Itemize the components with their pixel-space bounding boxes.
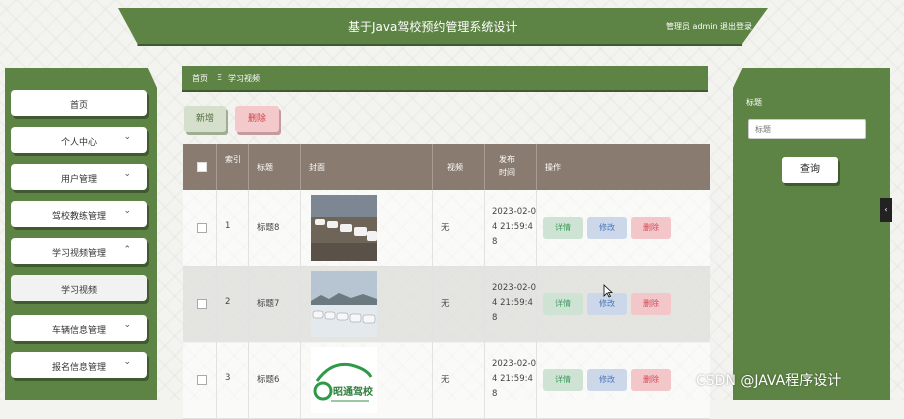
chevron-down-icon: ⌄ xyxy=(123,206,131,216)
row-index: 1 xyxy=(225,221,231,231)
sidebar-item-label: 学习视频 xyxy=(60,286,97,296)
sidebar-item-vehicle-management[interactable]: 车辆信息管理 ⌄ xyxy=(11,315,147,341)
row-checkbox[interactable] xyxy=(197,375,207,385)
batch-delete-button[interactable]: 删除 xyxy=(235,106,279,132)
header-index: 索引 xyxy=(225,155,241,164)
row-index: 2 xyxy=(225,297,231,307)
header-index-cell: 索引 xyxy=(217,144,249,190)
search-title-label: 标题 xyxy=(746,98,762,107)
table-header: 索引 标题 封面 视频 发布时间 操作 xyxy=(183,144,710,190)
chevron-down-icon: ⌄ xyxy=(123,357,131,367)
row-checkbox[interactable] xyxy=(197,299,207,309)
detail-button[interactable]: 详情 xyxy=(543,293,583,315)
sidebar-item-study-video[interactable]: 学习视频 xyxy=(11,275,147,301)
chevron-down-icon: ⌄ xyxy=(123,132,131,142)
logo-text: 昭通驾校 xyxy=(333,385,374,398)
mouse-cursor-icon xyxy=(603,284,613,298)
sidebar-item-personal-center[interactable]: 个人中心 ⌄ xyxy=(11,127,147,153)
row-time: 2023-02-04 21:59:48 xyxy=(492,359,536,399)
header-title-cell: 标题 xyxy=(249,144,301,190)
header-video: 视频 xyxy=(447,163,463,172)
chevron-down-icon: ⌄ xyxy=(123,320,131,330)
header-time-cell: 发布时间 xyxy=(485,144,537,190)
header-cover-cell: 封面 xyxy=(301,144,433,190)
row-title: 标题6 xyxy=(257,375,280,385)
cover-image-parking-lot xyxy=(311,195,377,261)
row-video: 无 xyxy=(441,299,450,309)
row-index: 3 xyxy=(225,373,231,383)
header-select-all-cell xyxy=(183,144,217,190)
row-video: 无 xyxy=(441,223,450,233)
select-all-checkbox[interactable] xyxy=(197,162,207,172)
chevron-down-icon: ⌄ xyxy=(123,169,131,179)
row-checkbox[interactable] xyxy=(197,223,207,233)
breadcrumb-current: 学习视频 xyxy=(228,74,260,83)
search-button[interactable]: 查询 xyxy=(782,157,838,183)
cover-image-school-logo: 昭通驾校 xyxy=(311,347,377,413)
app-title: 基于Java驾校预约管理系统设计 xyxy=(348,20,518,34)
add-button[interactable]: 新增 xyxy=(184,106,226,132)
chevron-left-icon[interactable]: ‹ xyxy=(880,198,892,222)
header-publish-time: 发布时间 xyxy=(499,155,515,177)
row-time: 2023-02-04 21:59:48 xyxy=(492,283,536,323)
row-video: 无 xyxy=(441,375,450,385)
sidebar-item-label: 首页 xyxy=(69,101,88,111)
detail-button[interactable]: 详情 xyxy=(543,369,583,391)
breadcrumb-separator-icon: Ξ xyxy=(217,73,223,82)
edit-button[interactable]: 修改 xyxy=(587,217,627,239)
header-title: 标题 xyxy=(257,163,273,172)
detail-button[interactable]: 详情 xyxy=(543,217,583,239)
cover-image-snowy-cars xyxy=(311,271,377,337)
logout-link[interactable]: 退出登录 xyxy=(720,21,752,32)
search-panel xyxy=(733,68,890,400)
delete-button[interactable]: 删除 xyxy=(631,217,671,239)
header-cover: 封面 xyxy=(309,163,325,172)
app-header: 基于Java驾校预约管理系统设计 管理员 admin 退出登录 xyxy=(118,8,768,44)
table-row: 2 标题7 无 2023-02-04 21:59:48 详情 修改 删除 xyxy=(183,266,710,343)
sidebar xyxy=(5,68,157,400)
search-title-input[interactable] xyxy=(748,119,866,139)
row-title: 标题7 xyxy=(257,299,280,309)
header-actions-cell: 操作 xyxy=(537,144,710,190)
breadcrumb: 首页 Ξ 学习视频 xyxy=(182,66,708,90)
edit-button[interactable]: 修改 xyxy=(587,369,627,391)
delete-button[interactable]: 删除 xyxy=(631,293,671,315)
row-title: 标题8 xyxy=(257,223,280,233)
sidebar-item-user-management[interactable]: 用户管理 ⌄ xyxy=(11,164,147,190)
row-time: 2023-02-04 21:59:48 xyxy=(492,207,536,247)
sidebar-item-coach-management[interactable]: 驾校教练管理 ⌄ xyxy=(11,201,147,227)
sidebar-item-enrollment-management[interactable]: 报名信息管理 ⌄ xyxy=(11,352,147,378)
chevron-up-icon: ⌃ xyxy=(123,245,131,255)
watermark: CSDN @JAVA程序设计 xyxy=(696,373,842,389)
header-video-cell: 视频 xyxy=(433,144,485,190)
table-row: 3 标题6 昭通驾校 无 2023-02-04 21:59:48 详情 修改 删… xyxy=(183,342,710,419)
table-row: 1 标题8 无 2023-02-04 21:59:48 详情 修改 删除 xyxy=(183,190,710,267)
delete-button[interactable]: 删除 xyxy=(631,369,671,391)
admin-info: 管理员 admin xyxy=(666,22,718,31)
breadcrumb-home[interactable]: 首页 xyxy=(192,73,208,84)
sidebar-item-home[interactable]: 首页 xyxy=(11,90,147,116)
sidebar-item-video-management[interactable]: 学习视频管理 ⌃ xyxy=(11,238,147,264)
header-actions: 操作 xyxy=(545,163,561,172)
